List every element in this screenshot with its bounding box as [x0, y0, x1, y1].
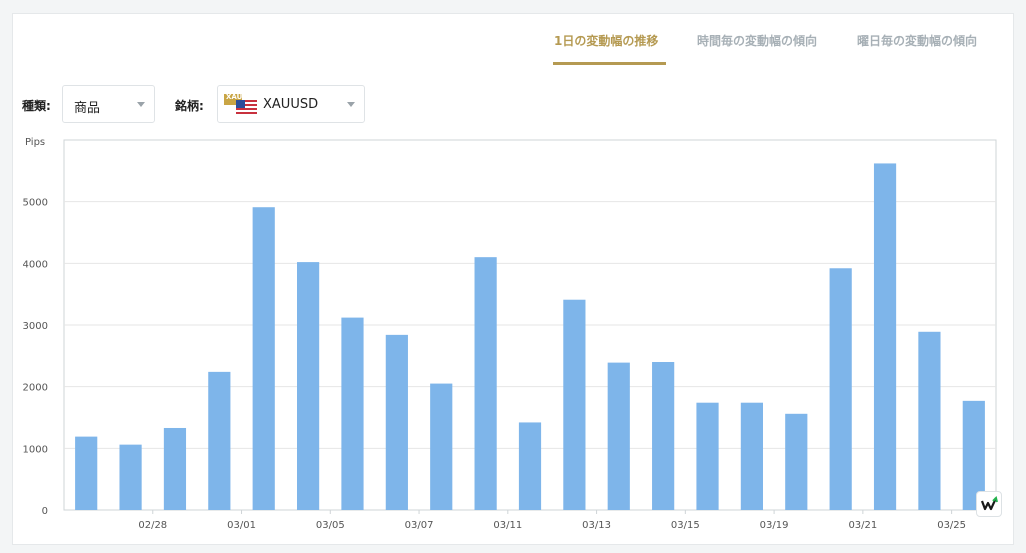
bar [119, 444, 142, 510]
x-tick-label: 03/05 [316, 520, 345, 531]
bar [75, 436, 98, 510]
x-tick-label: 03/19 [760, 520, 789, 531]
y-tick-label: 1000 [23, 444, 48, 455]
brand-logo-icon [976, 491, 1002, 517]
y-tick-label: 3000 [23, 321, 48, 332]
bar [785, 413, 808, 510]
daily-range-bar-chart: 0 1000 2000 3000 4000 5000 Pips 02/28 03/01 03/05… [23, 137, 997, 531]
x-tick-label: 03/11 [493, 520, 522, 531]
y-axis-label: Pips [25, 137, 45, 148]
bar [740, 402, 763, 510]
bar [518, 422, 542, 510]
bar [918, 331, 941, 510]
x-tick-label: 02/28 [138, 520, 167, 531]
bar [297, 262, 320, 510]
x-tick-label: 03/01 [227, 520, 256, 531]
bar [607, 362, 630, 510]
x-tick-label: 03/13 [582, 520, 611, 531]
x-tick-label: 03/25 [937, 520, 966, 531]
bar [873, 163, 897, 510]
bar [430, 383, 453, 510]
bar [563, 299, 586, 510]
bar [652, 362, 675, 510]
bar [163, 427, 187, 510]
y-tick-label: 0 [42, 506, 48, 517]
bar [829, 268, 852, 510]
bar [696, 402, 719, 510]
bar [341, 317, 364, 510]
bar [474, 257, 497, 510]
x-tick-label: 03/07 [405, 520, 434, 531]
bar [208, 371, 231, 510]
x-tick-label: 03/21 [848, 520, 877, 531]
y-tick-label: 4000 [23, 259, 48, 270]
y-tick-label: 5000 [23, 198, 48, 209]
y-tick-label: 2000 [23, 383, 48, 394]
x-tick-label: 03/15 [671, 520, 700, 531]
bar [385, 334, 408, 510]
bar [252, 207, 275, 510]
